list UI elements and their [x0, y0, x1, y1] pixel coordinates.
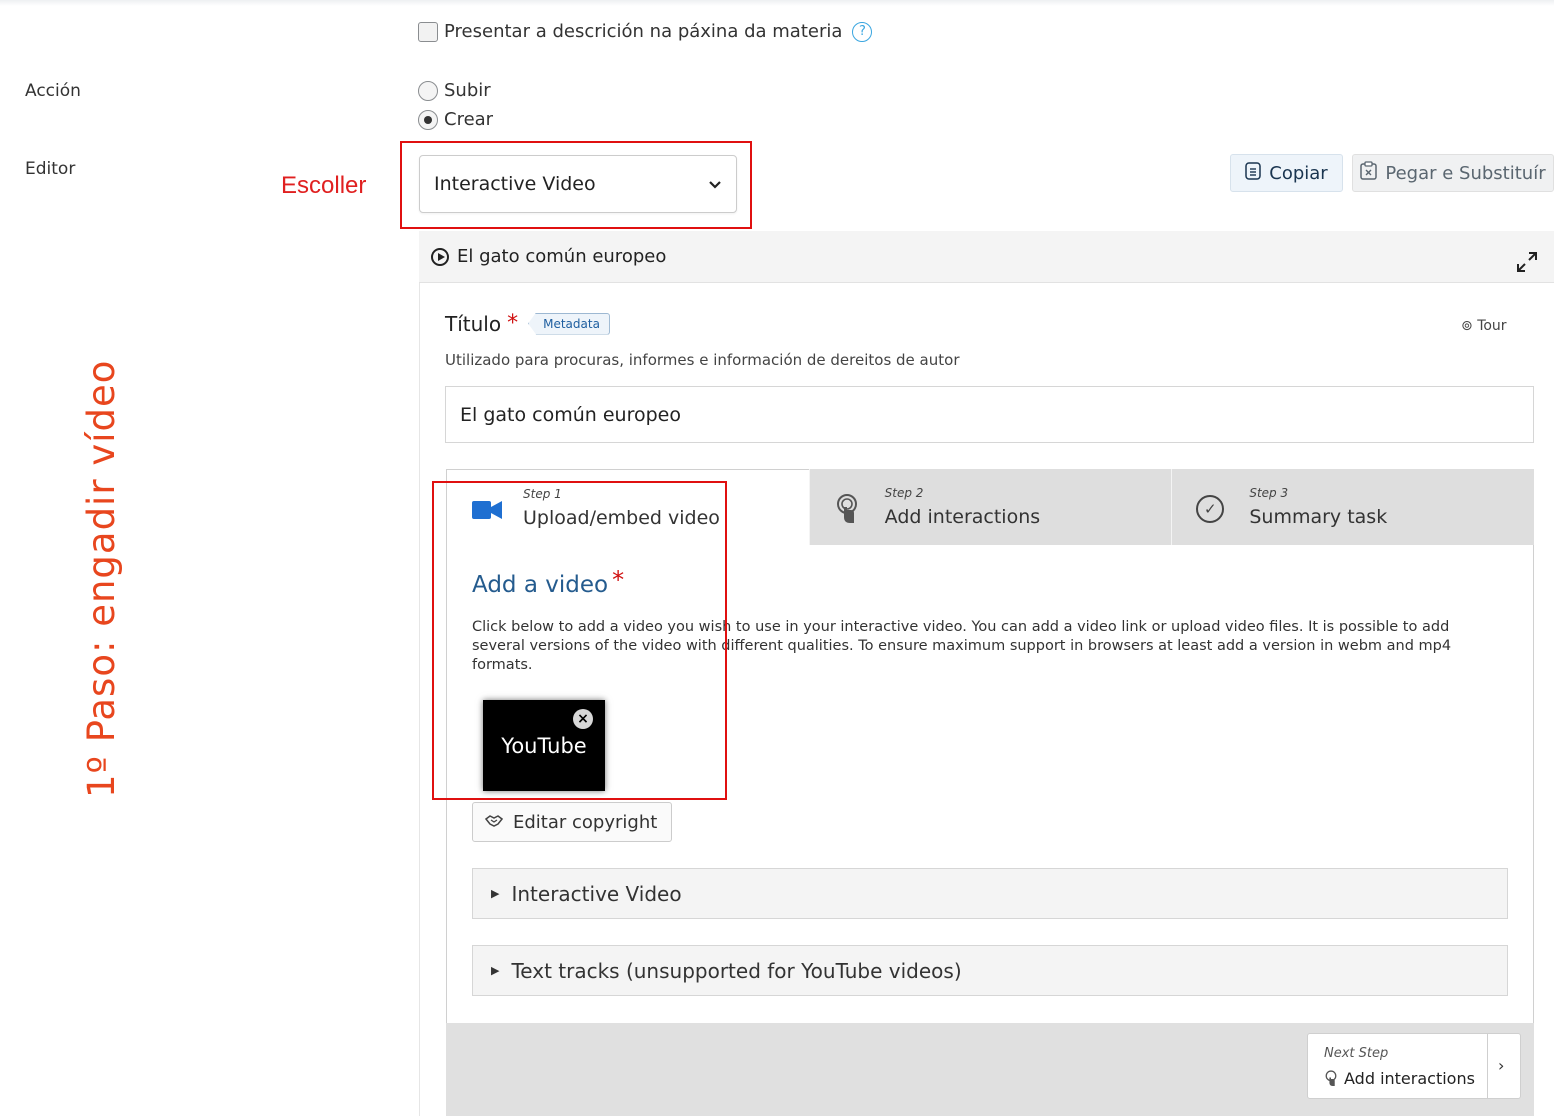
- caret-right-icon: ▶: [491, 964, 500, 977]
- clipboard-icon: [1360, 161, 1378, 185]
- copy-button[interactable]: Copiar: [1230, 154, 1343, 192]
- show-description-checkbox[interactable]: [418, 21, 438, 42]
- action-option-create[interactable]: Crear: [418, 109, 493, 130]
- next-step-small: Next Step: [1324, 1046, 1389, 1061]
- tour-label: Tour: [1477, 318, 1507, 334]
- section-interactive-video-label: Interactive Video: [511, 881, 682, 906]
- step-highlight-box: [432, 481, 727, 800]
- edit-copyright-label: Editar copyright: [513, 811, 658, 833]
- section-interactive-video[interactable]: ▶ Interactive Video: [472, 868, 1508, 919]
- section-text-tracks[interactable]: ▶ Text tracks (unsupported for YouTube v…: [472, 945, 1508, 996]
- step-side-annotation: 1º Paso: engadir vídeo: [80, 359, 123, 798]
- metadata-button[interactable]: Metadata: [528, 312, 610, 335]
- section-text-tracks-label: Text tracks (unsupported for YouTube vid…: [511, 958, 962, 983]
- action-label: Acción: [25, 81, 81, 101]
- tour-button[interactable]: ⊚ Tour: [1461, 318, 1507, 334]
- copy-label: Copiar: [1269, 162, 1328, 184]
- h5p-header-title: El gato común europeo: [457, 246, 667, 267]
- next-step-divider: [1487, 1034, 1488, 1098]
- tab-step-3[interactable]: ✓ Step 3 Summary task: [1171, 469, 1535, 545]
- radio-create-label: Crear: [444, 109, 494, 130]
- touch-bulb-icon: [834, 493, 860, 532]
- step-3-label: Summary task: [1249, 506, 1388, 528]
- fullscreen-expand-icon[interactable]: [1516, 251, 1538, 278]
- step-2-label: Add interactions: [884, 506, 1041, 528]
- copy-icon: [1245, 161, 1262, 185]
- chevron-right-icon: ›: [1498, 1056, 1505, 1075]
- tab-step-2[interactable]: Step 2 Add interactions: [808, 469, 1172, 545]
- required-marker: *: [507, 311, 519, 336]
- tour-icon: ⊚: [1461, 318, 1473, 334]
- check-circle-icon: ✓: [1196, 495, 1225, 523]
- editor-label: Editor: [25, 159, 76, 179]
- next-step-button[interactable]: Next Step Add interactions ›: [1307, 1033, 1521, 1099]
- paste-replace-label: Pegar e Substituír: [1385, 162, 1546, 184]
- editor-highlight-box: [400, 141, 752, 229]
- help-icon[interactable]: ?: [852, 21, 873, 42]
- edit-copyright-button[interactable]: Editar copyright: [472, 802, 672, 842]
- next-step-label: Add interactions: [1344, 1069, 1475, 1088]
- title-field-label-row: Título * Metadata: [445, 311, 610, 336]
- touch-bulb-icon: [1325, 1070, 1337, 1086]
- play-circle-icon: [431, 247, 449, 266]
- top-shadow: [0, 0, 1554, 6]
- h5p-header: El gato común europeo: [419, 231, 1554, 283]
- caret-right-icon: ▶: [491, 887, 500, 900]
- paste-replace-button[interactable]: Pegar e Substituír: [1352, 154, 1554, 192]
- radio-create[interactable]: [418, 109, 438, 130]
- title-input[interactable]: El gato común europeo: [445, 386, 1534, 443]
- next-step-main: Add interactions: [1324, 1069, 1475, 1088]
- action-option-upload[interactable]: Subir: [418, 80, 491, 101]
- choose-annotation: Escoller: [281, 172, 367, 199]
- radio-upload[interactable]: [418, 80, 438, 101]
- show-description-label: Presentar a descrición na páxina da mate…: [444, 21, 843, 42]
- radio-upload-label: Subir: [444, 80, 491, 101]
- handshake-icon: [484, 812, 504, 833]
- title-label: Título: [445, 311, 502, 336]
- step-2-small: Step 2: [884, 486, 924, 500]
- show-description-row[interactable]: Presentar a descrición na páxina da mate…: [418, 21, 873, 42]
- title-description: Utilizado para procuras, informes e info…: [445, 351, 960, 369]
- step-3-small: Step 3: [1249, 486, 1289, 500]
